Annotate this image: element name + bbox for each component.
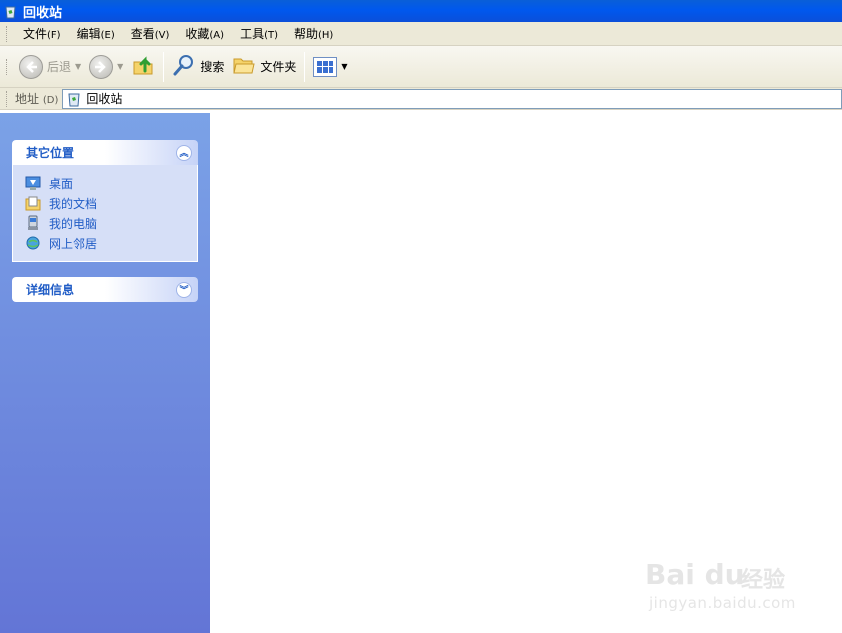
menu-view[interactable]: 查看(V) [123,23,178,44]
menu-tools[interactable]: 工具(T) [232,23,286,44]
place-desktop[interactable]: 桌面 [25,173,197,193]
my-computer-icon [25,215,41,231]
back-button[interactable]: 后退 ▼ [15,50,85,84]
desktop-icon [25,175,41,191]
collapse-chevron-icon[interactable]: ︽ [176,144,192,161]
address-value: 回收站 [86,92,123,106]
other-places-list: 桌面 我的文档 我的电脑 网上邻居 [12,165,198,262]
folders-label: 文件夹 [260,60,297,74]
other-places-panel: 其它位置 ︽ 桌面 我的文档 我的电脑 网上邻居 [12,140,198,262]
search-button[interactable]: 搜索 [168,50,228,84]
watermark-brand-cn: 经验 [741,568,786,593]
toolbar-separator [304,51,306,82]
menu-help[interactable]: 帮助(H) [286,23,341,44]
menu-grip[interactable] [6,25,9,42]
search-icon [172,53,196,80]
toolbar-separator [163,51,165,82]
address-grip[interactable] [6,90,9,107]
place-my-documents[interactable]: 我的文档 [25,193,197,213]
other-places-title: 其它位置 [26,146,75,160]
folder-icon [232,54,256,79]
window-title: 回收站 [23,5,63,21]
menu-edit[interactable]: 编辑(E) [69,23,123,44]
address-label: 地址 (D) [15,92,59,106]
place-label: 桌面 [49,176,74,191]
place-label: 我的文档 [49,196,98,211]
address-input[interactable]: 回收站 [62,88,842,109]
toolbar-grip[interactable] [6,58,9,75]
my-documents-icon [25,195,41,211]
place-my-computer[interactable]: 我的电脑 [25,213,197,233]
forward-dropdown-icon[interactable]: ▼ [117,62,123,71]
watermark: Bai du 经验 jingyan.baidu.com [645,540,805,616]
views-button[interactable]: ▼ [309,50,351,84]
other-places-header[interactable]: 其它位置 ︽ [12,140,198,165]
title-bar[interactable]: 回收站 [0,0,842,22]
back-dropdown-icon[interactable]: ▼ [75,62,81,71]
views-icon [313,56,338,77]
folders-button[interactable]: 文件夹 [228,50,300,84]
back-label: 后退 [47,60,72,74]
place-label: 我的电脑 [49,216,98,231]
watermark-brand: Bai du [645,558,745,591]
menu-favorites[interactable]: 收藏(A) [177,23,232,44]
details-header[interactable]: 详细信息 ︾ [12,277,198,302]
forward-button[interactable]: ▼ [85,50,127,84]
task-pane: 其它位置 ︽ 桌面 我的文档 我的电脑 网上邻居 详细信息 ︾ [0,113,210,633]
back-arrow-icon [19,54,43,79]
watermark-url: jingyan.baidu.com [649,594,796,612]
up-button[interactable] [127,50,159,84]
folder-up-icon [131,53,155,80]
place-network[interactable]: 网上邻居 [25,233,197,253]
expand-chevron-icon[interactable]: ︾ [176,281,192,298]
standard-toolbar: 后退 ▼ ▼ 搜索 文件夹 ▼ [0,46,842,88]
views-dropdown-icon[interactable]: ▼ [341,62,347,71]
menu-bar: 文件(F) 编辑(E) 查看(V) 收藏(A) 工具(T) 帮助(H) [0,22,842,46]
details-panel: 详细信息 ︾ [12,277,198,302]
menu-file[interactable]: 文件(F) [15,23,69,44]
recycle-bin-icon [3,4,18,19]
details-title: 详细信息 [26,283,75,297]
address-bar: 地址 (D) 回收站 [0,88,842,110]
place-label: 网上邻居 [49,236,98,251]
recycle-bin-icon [66,91,82,107]
network-places-icon [25,235,41,251]
forward-arrow-icon [89,54,114,79]
search-label: 搜索 [200,60,225,74]
